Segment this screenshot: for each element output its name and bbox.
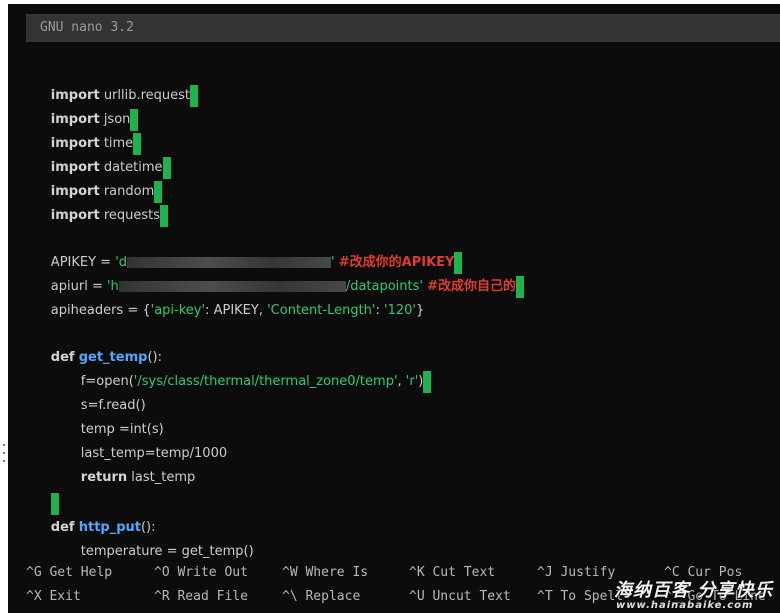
shortcut-write-out[interactable]: ^O Write Out bbox=[154, 562, 248, 584]
code-line[interactable]: s=f.read() bbox=[26, 373, 146, 413]
code-line[interactable]: last_temp=temp/1000 bbox=[26, 421, 227, 461]
nano-terminal-window[interactable]: GNU nano 3.2 import urllib.request impor… bbox=[8, 4, 780, 613]
code-line[interactable]: APIKEY = 'd ' #改成你的APIKEY bbox=[26, 230, 463, 274]
shortcut-read-file[interactable]: ^R Read File bbox=[154, 586, 248, 608]
shortcut-get-help[interactable]: ^G Get Help bbox=[26, 562, 112, 584]
window-edge-grip bbox=[2, 444, 6, 474]
code-line[interactable]: def http_put(): bbox=[26, 495, 156, 535]
code-line[interactable]: apiheaders = {'api-key': APIKEY, 'Conten… bbox=[26, 278, 424, 318]
shortcut-cur-pos[interactable]: ^C Cur Pos bbox=[664, 562, 742, 584]
line-end-marker bbox=[160, 205, 169, 227]
code-line[interactable]: apiurl = 'h/datapoints' #改成你自己的 bbox=[26, 254, 525, 298]
code-comment: #改成你自己的 bbox=[427, 279, 517, 294]
shortcut-bar: ^G Get Help ^O Write Out ^W Where Is ^K … bbox=[26, 562, 780, 612]
shortcut-go-to-line[interactable]: ^_ Go To Line bbox=[664, 586, 766, 608]
code-line[interactable]: temperature = get_temp() bbox=[26, 519, 254, 559]
code-line[interactable]: return last_temp bbox=[26, 445, 195, 485]
line-end-marker bbox=[516, 276, 525, 298]
keyword: return bbox=[80, 470, 128, 485]
code-line[interactable]: import json bbox=[26, 87, 139, 131]
shortcut-to-spell[interactable]: ^T To Spell bbox=[537, 586, 623, 608]
shortcut-cut-text[interactable]: ^K Cut Text bbox=[409, 562, 495, 584]
code-line[interactable]: def get_temp(): bbox=[26, 325, 162, 365]
code-line[interactable]: import datetime bbox=[26, 135, 171, 179]
code-line[interactable]: import random bbox=[26, 159, 163, 203]
code-line[interactable]: import requests bbox=[26, 183, 169, 227]
shortcut-exit[interactable]: ^X Exit bbox=[26, 586, 81, 608]
line-end-marker bbox=[190, 85, 199, 107]
line-end-marker bbox=[162, 157, 171, 179]
code-line[interactable]: import time bbox=[26, 111, 142, 155]
nano-title-bar: GNU nano 3.2 bbox=[26, 14, 780, 42]
code-line[interactable] bbox=[26, 471, 59, 515]
module-name: requests bbox=[103, 208, 161, 223]
line-end-marker bbox=[423, 371, 432, 393]
code-line[interactable]: import urllib.request bbox=[26, 63, 199, 107]
string-literal: '/sys/class/thermal/thermal_zone0/temp' bbox=[133, 374, 398, 389]
shortcut-replace[interactable]: ^\ Replace bbox=[282, 586, 360, 608]
shortcut-uncut-text[interactable]: ^U Uncut Text bbox=[409, 586, 511, 608]
shortcut-justify[interactable]: ^J Justify bbox=[537, 562, 615, 584]
keyword: import bbox=[50, 208, 100, 223]
code-line[interactable]: f=open('/sys/class/thermal/thermal_zone0… bbox=[26, 349, 432, 393]
shortcut-where-is[interactable]: ^W Where Is bbox=[282, 562, 368, 584]
code-line[interactable]: temp =int(s) bbox=[26, 397, 164, 437]
editor-title: GNU nano 3.2 bbox=[40, 20, 134, 35]
